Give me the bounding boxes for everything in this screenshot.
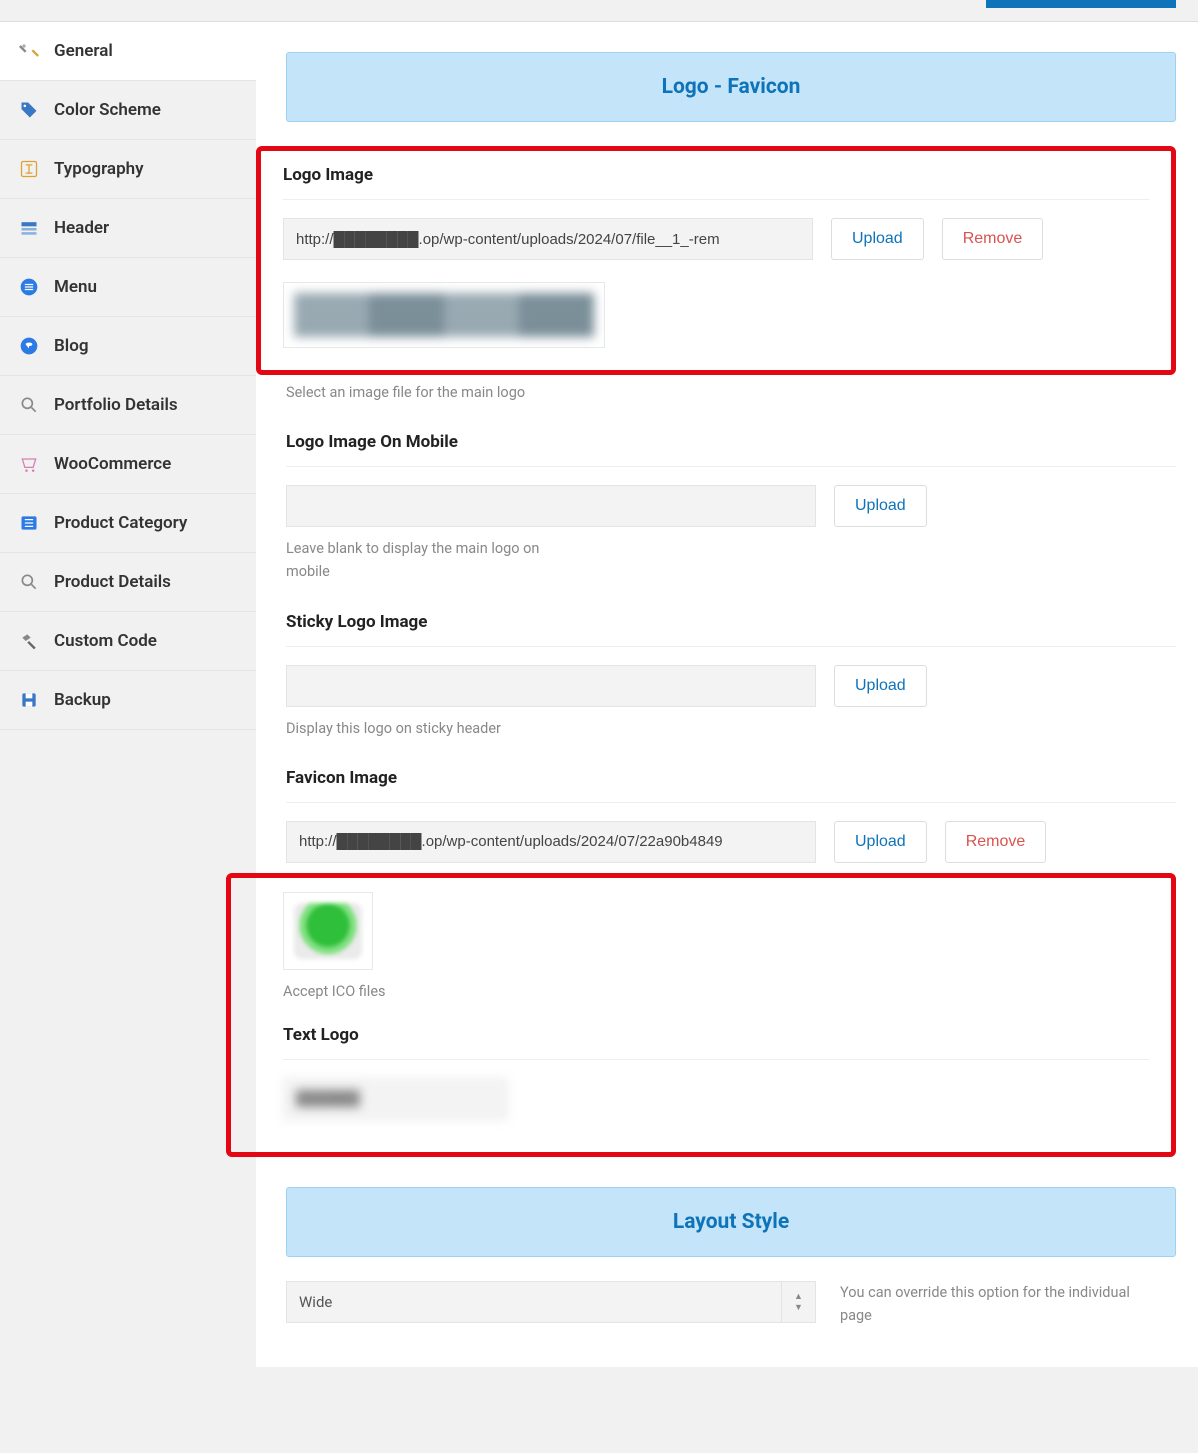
upload-button[interactable]: Upload — [834, 821, 927, 863]
favicon-input[interactable] — [286, 821, 816, 863]
sidebar-item-label: Custom Code — [54, 631, 157, 651]
section-banner-logo: Logo - Favicon — [286, 52, 1176, 122]
field-label-favicon: Favicon Image — [286, 768, 1176, 788]
sidebar-item-general[interactable]: General — [0, 22, 256, 81]
sidebar-item-blog[interactable]: Blog — [0, 317, 256, 376]
layout-icon — [18, 217, 40, 239]
magnifier-icon — [18, 394, 40, 416]
logo-image-input[interactable] — [283, 218, 813, 260]
menu-icon — [18, 276, 40, 298]
sidebar-item-label: Typography — [54, 159, 144, 179]
sidebar-item-product-category[interactable]: Product Category — [0, 494, 256, 553]
logo-preview — [283, 282, 605, 348]
upload-button[interactable]: Upload — [831, 218, 924, 260]
help-text-favicon: Accept ICO files — [283, 980, 1149, 1003]
logo-mobile-input[interactable] — [286, 485, 816, 527]
sidebar-item-menu[interactable]: Menu — [0, 258, 256, 317]
field-label-text-logo: Text Logo — [283, 1025, 1149, 1045]
upload-button[interactable]: Upload — [834, 485, 927, 527]
tag-icon — [18, 99, 40, 121]
sidebar-item-woocommerce[interactable]: WooCommerce — [0, 435, 256, 494]
field-label-sticky-logo: Sticky Logo Image — [286, 612, 1176, 632]
text-logo-input[interactable] — [283, 1078, 508, 1120]
remove-button[interactable]: Remove — [945, 821, 1047, 863]
sidebar-item-label: General — [54, 41, 113, 61]
sidebar-item-portfolio-details[interactable]: Portfolio Details — [0, 376, 256, 435]
disk-icon — [18, 689, 40, 711]
field-label-logo-mobile: Logo Image On Mobile — [286, 432, 1176, 452]
field-label-logo-image: Logo Image — [283, 165, 1149, 185]
sidebar-item-label: Portfolio Details — [54, 395, 178, 415]
remove-button[interactable]: Remove — [942, 218, 1044, 260]
magnifier-icon — [18, 571, 40, 593]
wrench-icon — [18, 40, 40, 62]
cart-icon — [18, 453, 40, 475]
help-text-logo-mobile: Leave blank to display the main logo on … — [286, 537, 576, 583]
sidebar-item-product-details[interactable]: Product Details — [0, 553, 256, 612]
sidebar-item-backup[interactable]: Backup — [0, 671, 256, 730]
select-arrows-icon: ▲▼ — [781, 1282, 815, 1322]
highlight-box-favicon: Accept ICO files Text Logo — [226, 873, 1176, 1157]
section-banner-layout: Layout Style — [286, 1187, 1176, 1257]
hammer-icon — [18, 630, 40, 652]
sidebar-item-label: WooCommerce — [54, 454, 171, 474]
help-text-layout: You can override this option for the ind… — [840, 1281, 1176, 1327]
layout-select[interactable]: Wide ▲▼ — [286, 1281, 816, 1323]
sidebar-item-header[interactable]: Header — [0, 199, 256, 258]
chat-icon — [18, 335, 40, 357]
text-icon — [18, 158, 40, 180]
help-text-logo: Select an image file for the main logo — [286, 381, 1176, 404]
sticky-logo-input[interactable] — [286, 665, 816, 707]
sidebar-item-label: Header — [54, 218, 109, 238]
top-bar — [0, 0, 1198, 22]
sidebar-item-label: Menu — [54, 277, 97, 297]
layout-select-value: Wide — [299, 1293, 332, 1311]
sidebar-item-color-scheme[interactable]: Color Scheme — [0, 81, 256, 140]
sidebar-item-label: Color Scheme — [54, 100, 161, 120]
list-icon — [18, 512, 40, 534]
sidebar-item-label: Backup — [54, 690, 111, 710]
help-text-sticky-logo: Display this logo on sticky header — [286, 717, 1176, 740]
sidebar-item-label: Product Details — [54, 572, 171, 592]
upload-button[interactable]: Upload — [834, 665, 927, 707]
favicon-preview — [283, 892, 373, 970]
sidebar-item-label: Product Category — [54, 513, 187, 533]
sidebar-item-typography[interactable]: Typography — [0, 140, 256, 199]
sidebar-item-label: Blog — [54, 336, 89, 356]
sidebar-item-custom-code[interactable]: Custom Code — [0, 612, 256, 671]
highlight-box-logo: Logo Image Upload Remove — [256, 146, 1176, 375]
sidebar: General Color Scheme Typography Header M… — [0, 22, 256, 730]
